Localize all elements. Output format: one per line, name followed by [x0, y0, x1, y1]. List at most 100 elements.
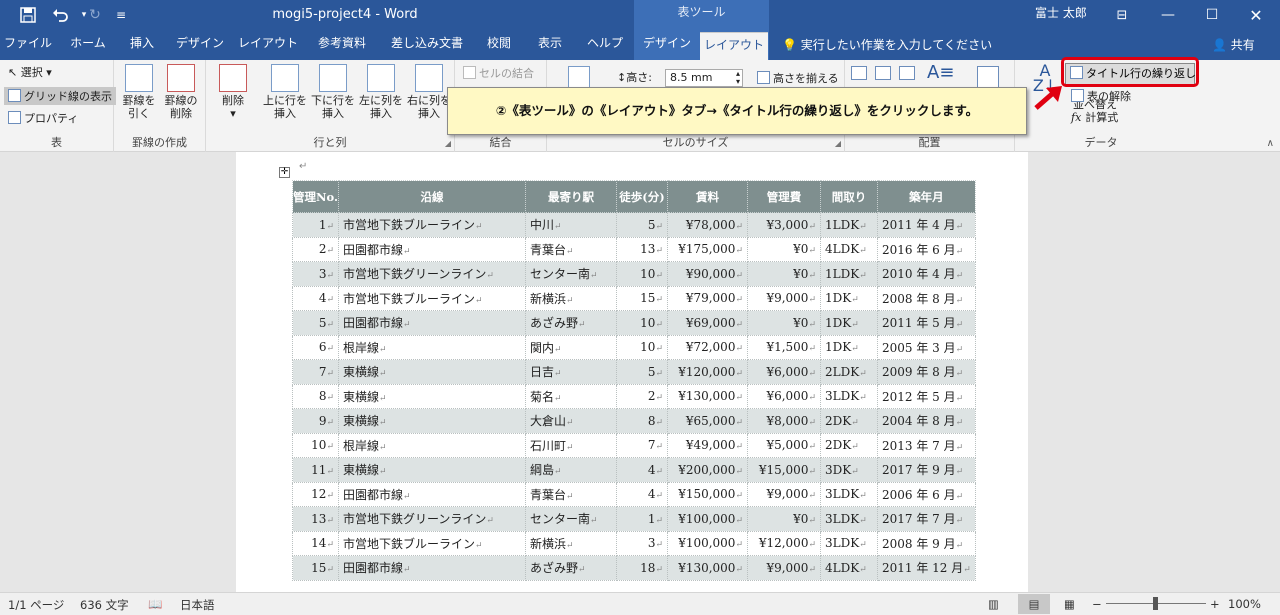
tell-me-box[interactable]: 💡 実行したい作業を入力してください	[782, 36, 992, 53]
formula-button[interactable]: fx 計算式	[1071, 111, 1118, 124]
table-cell[interactable]: ¥3,000↵	[747, 212, 821, 238]
zoom-out-icon[interactable]: −	[1092, 597, 1102, 611]
table-cell[interactable]: 東横線↵	[338, 457, 526, 483]
convert-to-text-button[interactable]: 表の解除	[1071, 89, 1131, 103]
table-cell[interactable]: 18↵	[616, 555, 668, 581]
row-height-input[interactable]: 8.5 mm ▴ ▾	[665, 69, 743, 87]
table-cell[interactable]: 東横線↵	[338, 408, 526, 434]
header-cell[interactable]: 管理費	[747, 180, 821, 213]
tab-help[interactable]: ヘルプ	[578, 30, 632, 60]
insert-left-button[interactable]: 左に列を挿入	[358, 64, 404, 120]
table-cell[interactable]: あざみ野↵	[525, 310, 617, 336]
table-cell[interactable]: 2LDK↵	[820, 359, 878, 385]
table-cell[interactable]: 菊名↵	[525, 383, 617, 409]
table-cell[interactable]: ¥78,000↵	[667, 212, 748, 238]
align-top-center-icon[interactable]	[875, 66, 891, 80]
table-cell[interactable]: ¥6,000↵	[747, 383, 821, 409]
header-cell[interactable]: 築年月	[877, 180, 976, 213]
table-cell[interactable]: ¥150,000↵	[667, 481, 748, 507]
text-direction-icon[interactable]: A≡	[927, 62, 954, 83]
table-cell[interactable]: 9↵	[292, 408, 339, 434]
table-cell[interactable]: ¥120,000↵	[667, 359, 748, 385]
proofing-icon[interactable]: 📖	[148, 597, 162, 611]
view-gridlines-button[interactable]: グリッド線の表示	[4, 87, 116, 105]
table-cell[interactable]: 11↵	[292, 457, 339, 483]
maximize-icon[interactable]: ☐	[1190, 0, 1234, 30]
table-cell[interactable]: 2010 年 4 月↵	[877, 261, 976, 287]
table-cell[interactable]: 2004 年 8 月↵	[877, 408, 976, 434]
table-cell[interactable]: 青葉台↵	[525, 481, 617, 507]
table-cell[interactable]: 東横線↵	[338, 383, 526, 409]
insert-right-button[interactable]: 右に列を挿入	[406, 64, 452, 120]
table-cell[interactable]: ¥130,000↵	[667, 383, 748, 409]
table-cell[interactable]: 市営地下鉄ブルーライン↵	[338, 530, 526, 556]
table-cell[interactable]: 2005 年 3 月↵	[877, 334, 976, 360]
table-cell[interactable]: 市営地下鉄グリーンライン↵	[338, 506, 526, 532]
table-cell[interactable]: ¥175,000↵	[667, 236, 748, 262]
table-cell[interactable]: 日吉↵	[525, 359, 617, 385]
table-cell[interactable]: 3↵	[292, 261, 339, 287]
table-cell[interactable]: ¥130,000↵	[667, 555, 748, 581]
table-cell[interactable]: 4↵	[292, 285, 339, 311]
table-cell[interactable]: 1DK↵	[820, 334, 878, 360]
eraser-button[interactable]: 罫線の削除	[162, 64, 200, 120]
table-cell[interactable]: 2DK↵	[820, 432, 878, 458]
table-cell[interactable]: ¥0↵	[747, 261, 821, 287]
table-cell[interactable]: ¥9,000↵	[747, 481, 821, 507]
table-cell[interactable]: 7↵	[292, 359, 339, 385]
table-cell[interactable]: 東横線↵	[338, 359, 526, 385]
spinner-icon[interactable]: ▴ ▾	[736, 70, 740, 86]
table-cell[interactable]: ¥49,000↵	[667, 432, 748, 458]
table-cell[interactable]: 市営地下鉄グリーンライン↵	[338, 261, 526, 287]
table-cell[interactable]: 田園都市線↵	[338, 481, 526, 507]
table-cell[interactable]: 新横浜↵	[525, 530, 617, 556]
table-cell[interactable]: 6↵	[292, 334, 339, 360]
tab-file[interactable]: ファイル	[0, 30, 56, 60]
dialog-launcher-icon[interactable]: ◢	[835, 139, 841, 148]
table-cell[interactable]: 5↵	[292, 310, 339, 336]
table-cell[interactable]: 1DK↵	[820, 310, 878, 336]
table-cell[interactable]: 田園都市線↵	[338, 310, 526, 336]
table-cell[interactable]: 2↵	[292, 236, 339, 262]
table-cell[interactable]: ¥100,000↵	[667, 506, 748, 532]
table-cell[interactable]: 市営地下鉄ブルーライン↵	[338, 285, 526, 311]
table-cell[interactable]: 3LDK↵	[820, 383, 878, 409]
table-cell[interactable]: 関内↵	[525, 334, 617, 360]
table-cell[interactable]: ¥0↵	[747, 236, 821, 262]
table-cell[interactable]: 7↵	[616, 432, 668, 458]
table-cell[interactable]: 2008 年 9 月↵	[877, 530, 976, 556]
table-cell[interactable]: 2016 年 6 月↵	[877, 236, 976, 262]
table-cell[interactable]: 5↵	[616, 359, 668, 385]
table-cell[interactable]: ¥0↵	[747, 310, 821, 336]
table-cell[interactable]: 大倉山↵	[525, 408, 617, 434]
ribbon-display-options-icon[interactable]: ⊟	[1100, 0, 1144, 30]
cell-margins-icon[interactable]	[977, 66, 999, 88]
table-cell[interactable]: 4LDK↵	[820, 555, 878, 581]
table-cell[interactable]: 3LDK↵	[820, 481, 878, 507]
table-cell[interactable]: ¥79,000↵	[667, 285, 748, 311]
table-cell[interactable]: 13↵	[616, 236, 668, 262]
table-cell[interactable]: 2013 年 7 月↵	[877, 432, 976, 458]
insert-above-button[interactable]: 上に行を挿入	[262, 64, 308, 120]
header-cell[interactable]: 管理No.	[292, 180, 339, 213]
header-cell[interactable]: 賃料	[667, 180, 748, 213]
print-layout-icon[interactable]: ▤	[1018, 594, 1050, 614]
table-cell[interactable]: 4↵	[616, 457, 668, 483]
tab-table-layout[interactable]: レイアウト	[700, 32, 768, 60]
table-cell[interactable]: 10↵	[616, 261, 668, 287]
table-cell[interactable]: あざみ野↵	[525, 555, 617, 581]
table-cell[interactable]: 5↵	[616, 212, 668, 238]
table-cell[interactable]: センター南↵	[525, 261, 617, 287]
table-cell[interactable]: ¥0↵	[747, 506, 821, 532]
word-count[interactable]: 636 文字	[80, 597, 129, 613]
tab-insert[interactable]: 挿入	[120, 30, 164, 60]
table-cell[interactable]: 新横浜↵	[525, 285, 617, 311]
table-cell[interactable]: ¥100,000↵	[667, 530, 748, 556]
table-cell[interactable]: 2011 年 12 月↵	[877, 555, 976, 581]
minimize-icon[interactable]: —	[1146, 0, 1190, 30]
draw-table-button[interactable]: 罫線を引く	[120, 64, 158, 120]
table-cell[interactable]: 2↵	[616, 383, 668, 409]
table-cell[interactable]: 田園都市線↵	[338, 236, 526, 262]
table-cell[interactable]: ¥5,000↵	[747, 432, 821, 458]
tab-home[interactable]: ホーム	[60, 30, 116, 60]
